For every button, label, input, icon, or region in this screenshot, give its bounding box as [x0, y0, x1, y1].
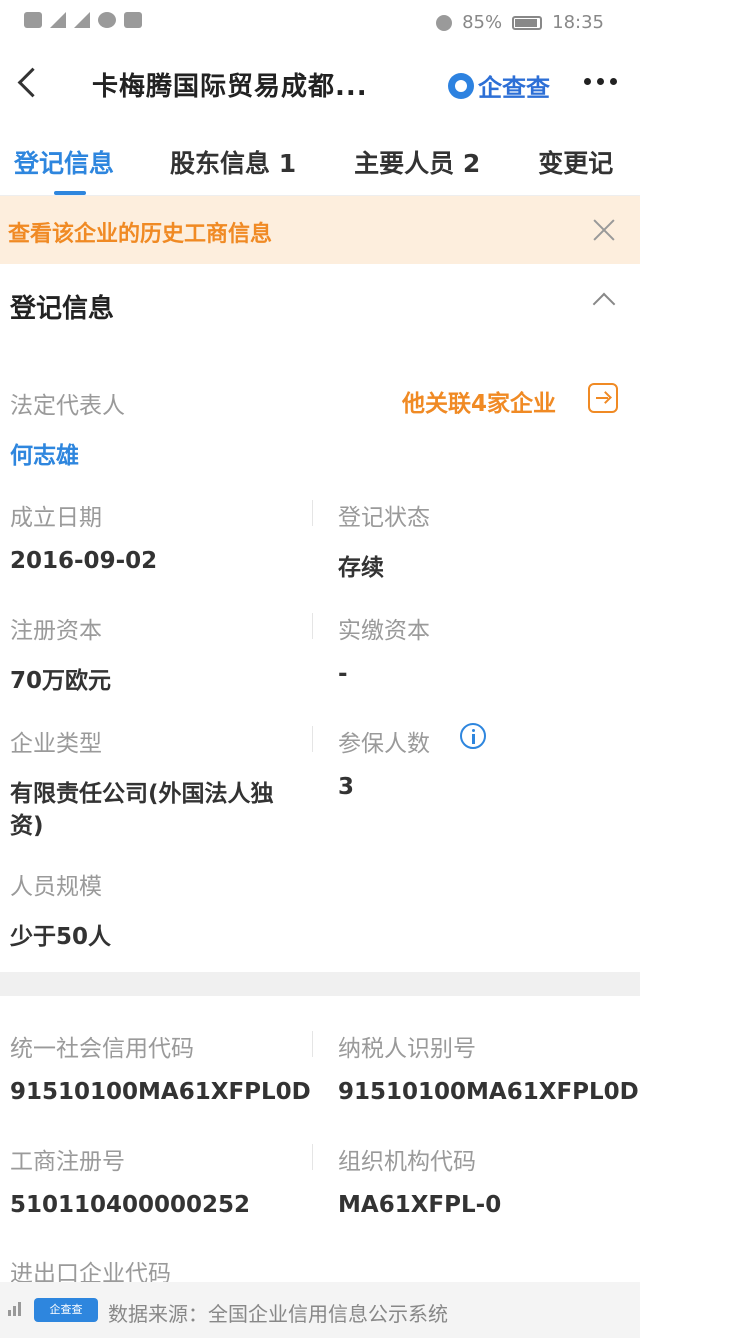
legal-rep-label: 法定代表人: [10, 393, 125, 419]
more-icon[interactable]: [578, 66, 622, 96]
wifi-icon: [74, 12, 90, 28]
company-type-value-line1: 有限责任公司(外国法人独: [10, 781, 274, 807]
signal-bars-icon: [8, 1302, 21, 1316]
history-banner[interactable]: 查看该企业的历史工商信息: [0, 196, 640, 264]
insured-count-label: 参保人数: [338, 731, 430, 757]
tab-key-personnel[interactable]: 主要人员 2: [354, 120, 480, 195]
eye-icon: [98, 12, 116, 28]
tab-changes[interactable]: 变更记: [538, 120, 613, 195]
arrow-right-box-icon[interactable]: [588, 383, 618, 413]
app-screen: 85% 18:35 卡梅腾国际贸易成都... 企查查 登记信息 股东信息 1 主…: [0, 0, 640, 1344]
status-icons-right: 85% 18:35: [436, 12, 604, 33]
biz-reg-no-value: 510110400000252: [10, 1192, 251, 1218]
staff-size-value: 少于50人: [10, 924, 112, 950]
insured-count-value: 3: [338, 774, 355, 800]
reg-status-value: 存续: [338, 555, 384, 581]
page-title: 卡梅腾国际贸易成都...: [92, 72, 368, 102]
message-icon: [24, 12, 42, 28]
biz-reg-no-label: 工商注册号: [10, 1149, 125, 1175]
section-title: 登记信息: [10, 294, 115, 324]
brand-label: 企查查: [478, 74, 550, 102]
footer-logo: 企查查: [34, 1298, 98, 1322]
reg-capital-label: 注册资本: [10, 618, 102, 644]
history-banner-text[interactable]: 查看该企业的历史工商信息: [8, 216, 272, 248]
battery-icon: [512, 15, 543, 30]
active-tab-indicator: [54, 191, 86, 195]
established-date-label: 成立日期: [10, 505, 102, 531]
paid-capital-value: -: [338, 661, 348, 687]
legal-rep-value[interactable]: 何志雄: [10, 436, 79, 470]
company-type-value-line2: 资): [10, 813, 44, 839]
org-code-value: MA61XFPL-0: [338, 1192, 502, 1218]
nav-bar: 卡梅腾国际贸易成都... 企查查: [0, 46, 640, 120]
taxpayer-id-label: 纳税人识别号: [338, 1036, 476, 1062]
taxpayer-id-value: 91510100MA61XFPL0D: [338, 1079, 639, 1105]
divider: [312, 1144, 313, 1170]
tab-shareholders[interactable]: 股东信息 1: [170, 120, 296, 195]
chevron-up-icon[interactable]: [592, 292, 616, 316]
reg-status-label: 登记状态: [338, 505, 430, 531]
established-date-value: 2016-09-02: [10, 548, 158, 574]
company-type-label: 企业类型: [10, 731, 102, 757]
divider: [312, 1031, 313, 1057]
section-separator: [0, 972, 640, 996]
signal-icon: [50, 12, 66, 28]
back-icon[interactable]: [8, 60, 48, 104]
org-code-label: 组织机构代码: [338, 1149, 476, 1175]
brand-button[interactable]: 企查查: [448, 68, 550, 103]
status-bar: 85% 18:35: [0, 0, 640, 46]
tab-bar: 登记信息 股东信息 1 主要人员 2 变更记: [0, 120, 640, 196]
clock: 18:35: [552, 12, 604, 33]
credit-code-label: 统一社会信用代码: [10, 1036, 194, 1062]
alarm-icon: [436, 14, 453, 31]
divider: [312, 500, 313, 526]
close-icon[interactable]: [590, 216, 618, 244]
divider: [312, 726, 313, 752]
paid-capital-label: 实缴资本: [338, 618, 430, 644]
battery-percent: 85%: [462, 12, 503, 33]
related-companies-link[interactable]: 他关联4家企业: [402, 384, 556, 418]
status-icons-left: [24, 12, 142, 28]
tab-registration[interactable]: 登记信息: [14, 120, 114, 195]
reg-capital-value: 70万欧元: [10, 668, 112, 694]
divider: [312, 613, 313, 639]
brand-logo-icon: [448, 72, 474, 99]
staff-size-label: 人员规模: [10, 874, 102, 900]
credit-code-value: 91510100MA61XFPL0D: [10, 1079, 311, 1105]
info-icon[interactable]: [460, 723, 486, 749]
footer-source-text: 数据来源：全国企业信用信息公示系统: [108, 1302, 448, 1326]
data-source-footer: 企查查 数据来源：全国企业信用信息公示系统: [0, 1282, 640, 1338]
nfc-icon: [124, 12, 142, 28]
